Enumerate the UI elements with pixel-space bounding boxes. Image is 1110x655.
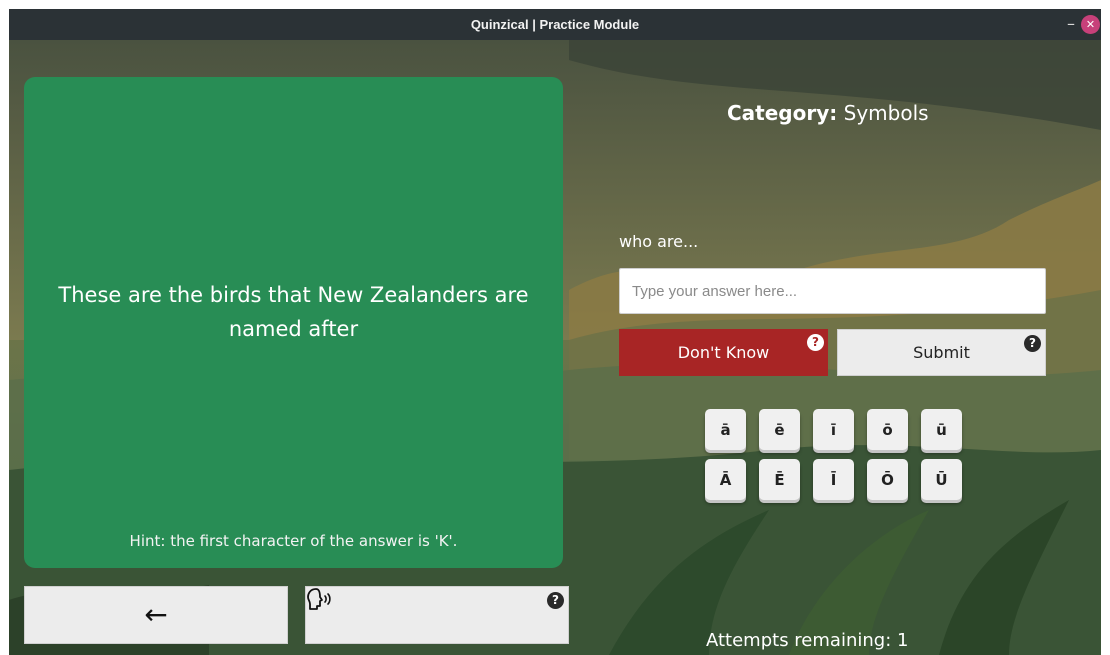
- macron-key-i-upper[interactable]: Ī: [813, 459, 854, 500]
- macron-key-u-upper[interactable]: Ū: [921, 459, 962, 500]
- speak-icon: [307, 588, 331, 610]
- speak-help-icon[interactable]: ?: [547, 592, 564, 609]
- question-card: These are the birds that New Zealanders …: [24, 77, 563, 568]
- dont-know-label: Don't Know: [677, 343, 770, 362]
- submit-label: Submit: [913, 343, 970, 362]
- back-button[interactable]: ←: [24, 586, 288, 644]
- close-button[interactable]: ✕: [1081, 15, 1100, 34]
- minimize-button[interactable]: –: [1061, 13, 1081, 35]
- dont-know-help-icon[interactable]: ?: [807, 334, 824, 351]
- macron-key-a-lower[interactable]: ā: [705, 409, 746, 450]
- submit-help-icon[interactable]: ?: [1024, 335, 1041, 352]
- dont-know-button[interactable]: Don't Know ?: [619, 329, 828, 376]
- macron-key-a-upper[interactable]: Ā: [705, 459, 746, 500]
- question-text: These are the birds that New Zealanders …: [58, 283, 529, 341]
- answer-input[interactable]: [619, 268, 1046, 314]
- macron-key-i-lower[interactable]: ī: [813, 409, 854, 450]
- category-value: Symbols: [843, 101, 929, 125]
- title-bar: Quinzical | Practice Module – ✕: [9, 9, 1101, 40]
- window-title: Quinzical | Practice Module: [470, 17, 640, 32]
- submit-button[interactable]: Submit ?: [837, 329, 1046, 376]
- hint-text: Hint: the first character of the answer …: [129, 532, 458, 550]
- background-scene: These are the birds that New Zealanders …: [9, 40, 1101, 655]
- attempts-remaining: Attempts remaining: 1: [706, 630, 909, 651]
- answer-prefix: who are...: [619, 232, 699, 251]
- app-window: Quinzical | Practice Module – ✕ These ar…: [9, 9, 1101, 655]
- category-heading: Category: Symbols: [727, 101, 929, 125]
- category-label: Category:: [727, 101, 838, 125]
- macron-key-u-lower[interactable]: ū: [921, 409, 962, 450]
- macron-key-o-upper[interactable]: Ō: [867, 459, 908, 500]
- macron-key-o-lower[interactable]: ō: [867, 409, 908, 450]
- macron-key-e-lower[interactable]: ē: [759, 409, 800, 450]
- macron-key-e-upper[interactable]: Ē: [759, 459, 800, 500]
- back-arrow-icon: ←: [144, 598, 168, 631]
- speak-question-button[interactable]: ?: [305, 586, 569, 644]
